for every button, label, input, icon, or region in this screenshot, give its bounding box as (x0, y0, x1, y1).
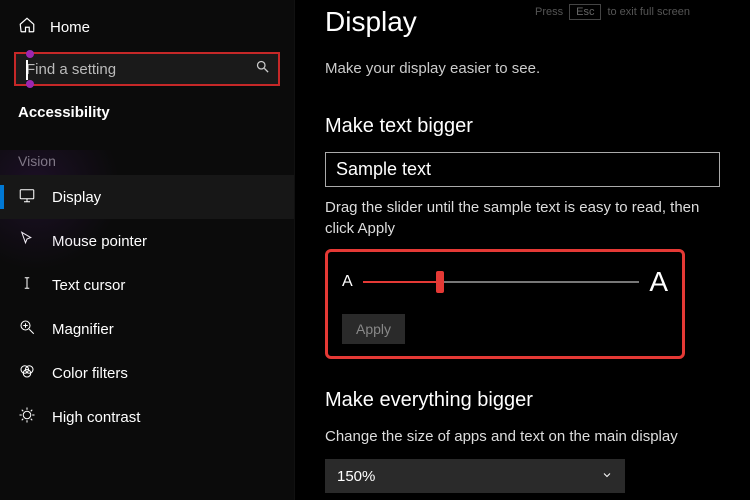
sidebar-item-text-cursor[interactable]: Text cursor (0, 263, 294, 307)
sidebar-item-mouse-pointer[interactable]: Mouse pointer (0, 219, 294, 263)
highlight-dot-icon (26, 50, 34, 58)
high-contrast-icon (18, 406, 36, 428)
sidebar-group-label: Vision (0, 129, 294, 175)
slider-fill (363, 281, 440, 283)
slider-thumb[interactable] (436, 271, 444, 293)
dropdown-value: 150% (337, 468, 375, 485)
scale-instruction: Change the size of apps and text on the … (325, 426, 720, 447)
text-caret-icon (26, 60, 28, 80)
nav-home-label: Home (50, 19, 90, 36)
search-icon (255, 59, 270, 79)
sidebar-item-label: Magnifier (52, 321, 114, 338)
slider-instruction: Drag the slider until the sample text is… (325, 197, 720, 239)
sidebar-item-display[interactable]: Display (0, 175, 294, 219)
chevron-down-icon (601, 468, 613, 485)
sidebar-item-label: High contrast (52, 409, 140, 426)
nav-home[interactable]: Home (0, 10, 294, 48)
text-size-slider[interactable] (363, 281, 640, 283)
magnifier-icon (18, 318, 36, 340)
section-heading-text-bigger: Make text bigger (325, 115, 730, 138)
sidebar-item-color-filters[interactable]: Color filters (0, 351, 294, 395)
big-a-icon: A (649, 266, 668, 298)
color-filters-icon (18, 362, 36, 384)
search-input[interactable] (16, 54, 278, 84)
text-cursor-icon (18, 274, 36, 296)
sidebar-item-magnifier[interactable]: Magnifier (0, 307, 294, 351)
hint-text: to exit full screen (607, 6, 690, 18)
main-panel: Press Esc to exit full screen Display Ma… (295, 0, 750, 500)
small-a-icon: A (342, 273, 353, 291)
sample-text-box: Sample text (325, 152, 720, 187)
sidebar-item-label: Color filters (52, 365, 128, 382)
sidebar: Home Accessibility Vision Display Mouse … (0, 0, 295, 500)
sidebar-section-title: Accessibility (0, 86, 294, 129)
display-icon (18, 186, 36, 208)
hint-text: Press (535, 6, 563, 18)
fullscreen-hint: Press Esc to exit full screen (535, 4, 690, 20)
apply-button[interactable]: Apply (342, 314, 405, 344)
home-icon (18, 16, 36, 38)
active-indicator-icon (0, 185, 4, 209)
sidebar-item-label: Mouse pointer (52, 233, 147, 250)
sidebar-item-high-contrast[interactable]: High contrast (0, 395, 294, 439)
text-size-slider-block: A A Apply (325, 249, 685, 359)
mouse-pointer-icon (18, 230, 36, 252)
highlight-dot-icon (26, 80, 34, 88)
esc-key-icon: Esc (569, 4, 601, 20)
page-subtitle: Make your display easier to see. (325, 60, 730, 77)
search-input-wrap[interactable] (14, 52, 280, 86)
scale-dropdown[interactable]: 150% (325, 459, 625, 493)
sidebar-item-label: Display (52, 189, 101, 206)
sidebar-item-label: Text cursor (52, 277, 125, 294)
section-heading-everything-bigger: Make everything bigger (325, 389, 730, 412)
